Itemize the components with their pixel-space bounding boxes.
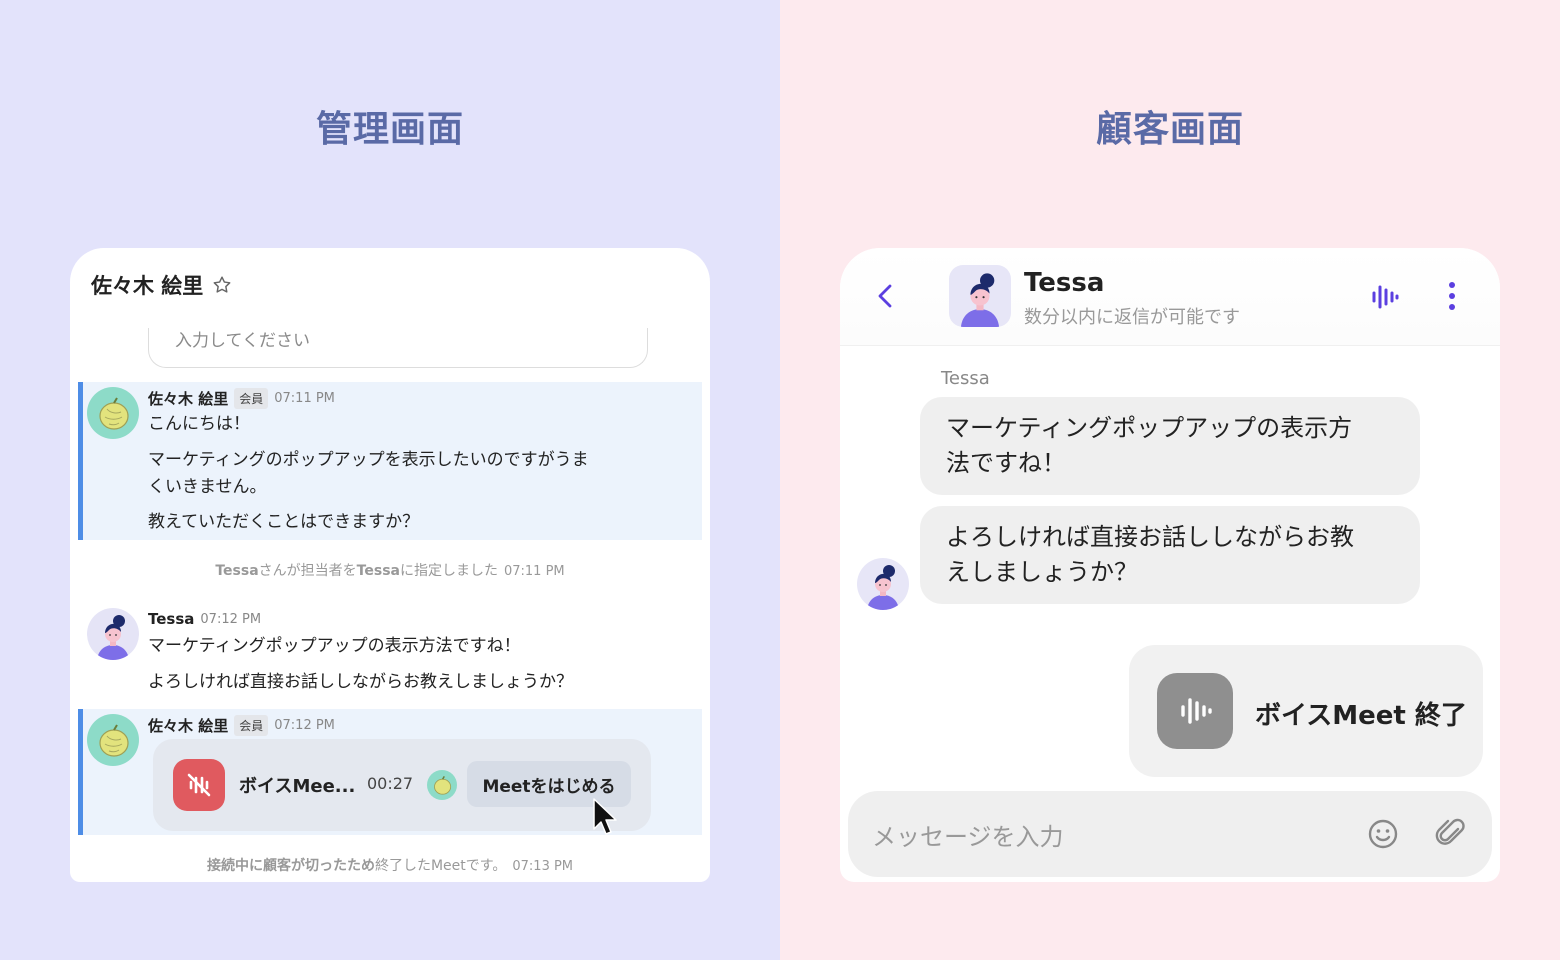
message-text: 教えていただくことはできますか？ <box>148 512 420 532</box>
bubble-line: 法ですね！ <box>946 449 1066 477</box>
assign-text-a: さんが担当者を <box>258 563 357 579</box>
admin-header: 佐々木 絵里 <box>91 270 233 300</box>
bubble-line: よろしければ直接お話ししながらお教 <box>946 523 1354 551</box>
bubble-line: えしましょうか？ <box>946 558 1138 586</box>
assign-assignee: Tessa <box>356 563 400 579</box>
assign-time: 07:11 PM <box>503 564 565 579</box>
admin-side: 管理画面 佐々木 絵里 入力してください 佐々木 絵里 会員 07:11 PM … <box>0 0 780 960</box>
star-icon[interactable] <box>211 274 233 296</box>
sender-name: 佐々木 絵里 <box>148 717 229 735</box>
message-time: 07:12 PM <box>274 718 335 733</box>
customer-avatar <box>87 714 139 766</box>
end-time: 07:13 PM <box>512 859 574 874</box>
customer-message: 佐々木 絵里 会員 07:11 PM こんにちは！ マーケティングのポップアップ… <box>78 382 702 540</box>
system-end-notice: 接続中に顧客が切ったため終了したMeetです。 07:13 PM <box>70 855 710 875</box>
customer-section-title: 顧客画面 <box>1095 109 1244 150</box>
assign-agent: Tessa <box>215 563 259 579</box>
agent-avatar <box>857 558 909 610</box>
message-text: マーケティングポップアップの表示方法ですね！ <box>148 636 521 656</box>
agent-avatar <box>949 265 1011 327</box>
message-time: 07:11 PM <box>274 391 335 406</box>
emoji-icon[interactable] <box>1366 817 1400 855</box>
attachment-icon[interactable] <box>1434 816 1468 854</box>
more-options-icon[interactable] <box>1445 281 1459 317</box>
composer-placeholder: メッセージを入力 <box>872 823 1064 851</box>
agent-avatar <box>87 608 139 660</box>
admin-chat-panel: 佐々木 絵里 入力してください 佐々木 絵里 会員 07:11 PM こんにちは… <box>70 248 710 882</box>
message-meta: 佐々木 絵里 会員 07:11 PM <box>148 388 335 409</box>
message-input[interactable]: 入力してください <box>148 328 648 368</box>
member-badge: 会員 <box>234 715 269 736</box>
member-badge: 会員 <box>234 388 269 409</box>
agent-bubble: マーケティングポップアップの表示方 法ですね！ <box>920 397 1420 495</box>
customer-avatar <box>87 387 139 439</box>
contact-name: 佐々木 絵里 <box>91 274 204 298</box>
participant-avatar <box>427 770 457 800</box>
agent-bubble: よろしければ直接お話ししながらお教 えしましょうか？ <box>920 506 1420 604</box>
admin-section-title: 管理画面 <box>315 109 464 150</box>
bubble-line: マーケティングポップアップの表示方 <box>946 414 1353 442</box>
back-arrow-icon[interactable] <box>874 281 898 311</box>
agent-status: 数分以内に返信が可能です <box>1024 307 1240 328</box>
sender-name: 佐々木 絵里 <box>148 390 229 408</box>
bubble-sender-label: Tessa <box>941 368 990 389</box>
message-text: くいきません。 <box>148 477 267 497</box>
system-assign-notice: Tessaさんが担当者をTessaに指定しました 07:11 PM <box>70 560 710 580</box>
agent-name: Tessa <box>1024 268 1105 298</box>
mouse-cursor-icon <box>593 798 617 835</box>
customer-chat-panel: Tessa 数分以内に返信が可能です Tessa マーケティングポップアップの表… <box>840 248 1500 882</box>
message-time: 07:12 PM <box>200 611 262 627</box>
voice-wave-icon <box>1157 673 1233 749</box>
message-meta: 佐々木 絵里 会員 07:12 PM <box>148 715 335 736</box>
customer-chat-header: Tessa 数分以内に返信が可能です <box>840 248 1500 346</box>
message-text: こんにちは！ <box>148 414 250 434</box>
message-composer[interactable]: メッセージを入力 <box>848 791 1492 877</box>
muted-voice-icon <box>173 759 225 811</box>
voice-meet-card: ボイスMee... 00:27 Meetをはじめる <box>153 739 651 831</box>
end-bold-text: 接続中に顧客が切ったため <box>206 858 375 874</box>
meet-ended-label: ボイスMeet 終了 <box>1255 701 1467 731</box>
meet-title: ボイスMee... <box>239 776 356 797</box>
voice-meet-ended-card: ボイスMeet 終了 <box>1129 645 1483 777</box>
meet-duration: 00:27 <box>367 774 414 793</box>
message-text: よろしければ直接お話ししながらお教えしましょうか？ <box>148 672 573 692</box>
agent-message: Tessa 07:12 PM マーケティングポップアップの表示方法ですね！ よろ… <box>78 604 702 704</box>
sender-name: Tessa <box>148 610 195 628</box>
input-placeholder: 入力してください <box>175 331 310 351</box>
end-text: 終了したMeetです。 <box>374 858 507 874</box>
message-meta: Tessa 07:12 PM <box>148 610 261 628</box>
assign-text-b: に指定しました <box>399 563 498 579</box>
voice-call-icon[interactable] <box>1368 281 1400 317</box>
message-text: マーケティングのポップアップを表示したいのですがうま <box>148 450 589 470</box>
